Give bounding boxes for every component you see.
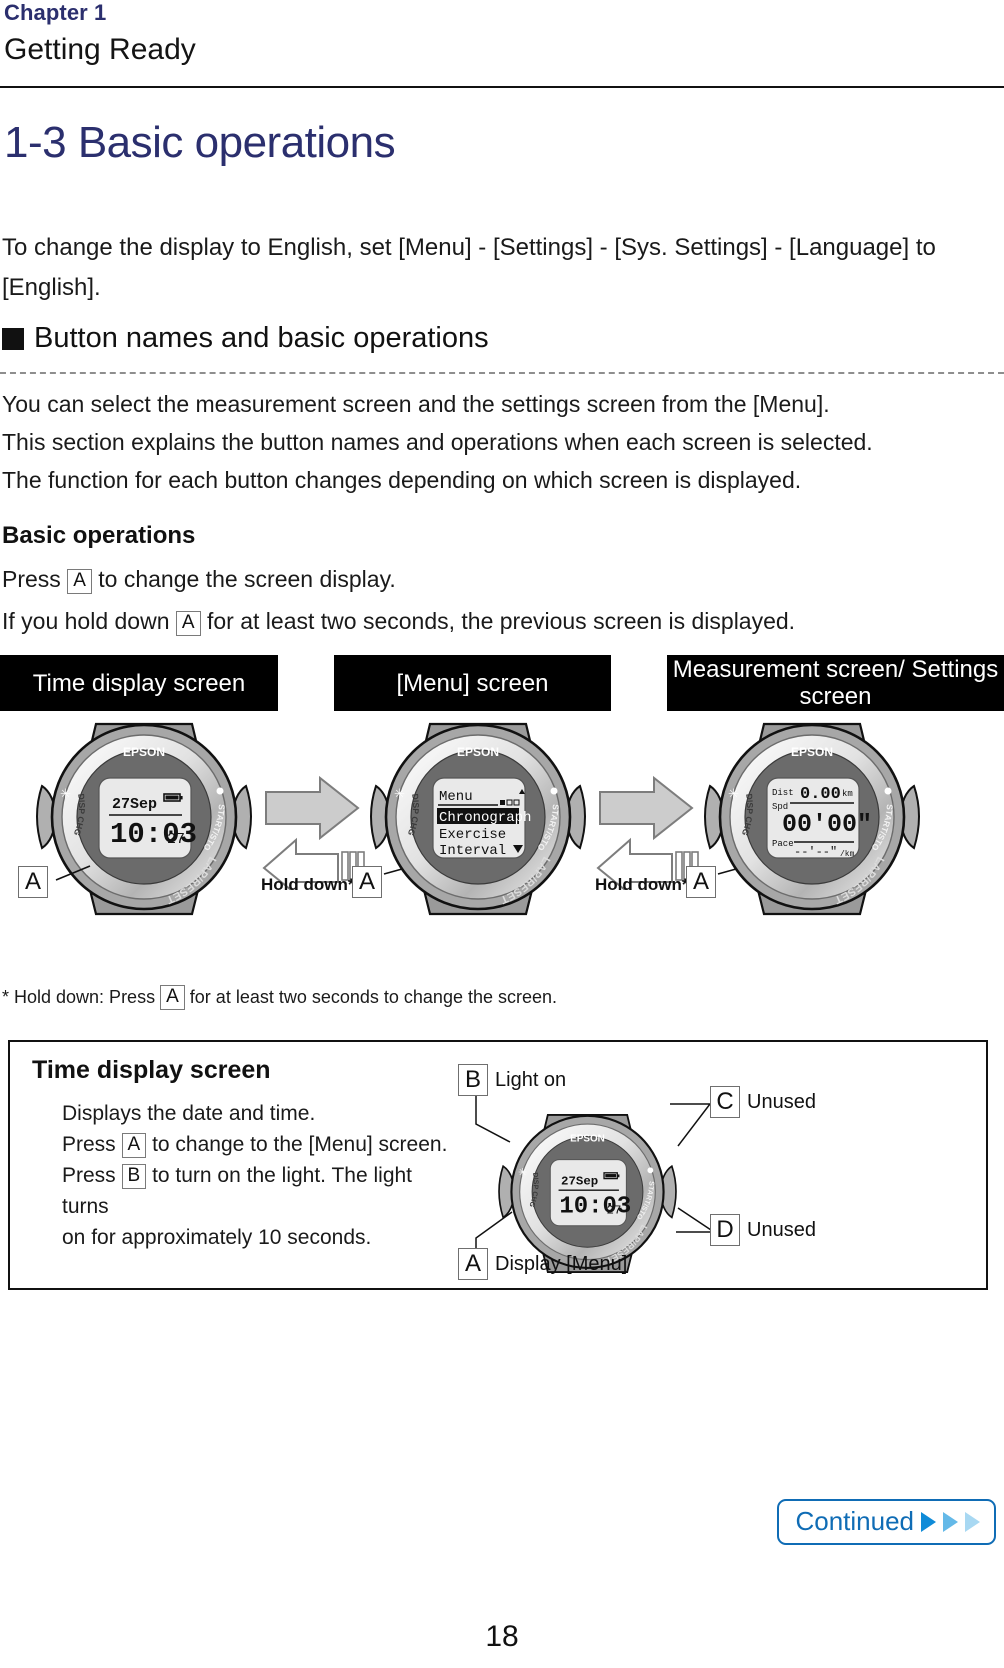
callout-a-label: Display [Menu]: [495, 1252, 628, 1275]
play-triangle-icon: [965, 1511, 980, 1532]
lcd-spd-value: 00'00": [782, 810, 872, 839]
lcd-dist-label: Dist: [772, 788, 794, 798]
footnote-suffix: for at least two seconds to change the s…: [189, 987, 558, 1007]
light-icon: ✳: [60, 786, 71, 801]
lcd-pace-unit: /km: [840, 850, 855, 859]
caption-menu-screen: [Menu] screen: [334, 655, 611, 711]
light-icon: ✳: [394, 786, 405, 801]
watch-brand: EPSON: [457, 745, 499, 759]
lcd-menu-item-2: Exercise: [439, 827, 506, 843]
lcd-dist-unit: km: [842, 789, 853, 799]
lcd-seconds: 27: [167, 831, 185, 848]
lcd-date: 27Sep: [112, 796, 157, 813]
watch-brand: EPSON: [123, 745, 165, 759]
continued-button[interactable]: Continued: [777, 1499, 996, 1545]
watch-brand: EPSON: [791, 745, 833, 759]
page-number: 18: [485, 1620, 519, 1653]
key-c-badge: C: [710, 1086, 740, 1118]
chapter-title: Getting Ready: [4, 33, 196, 66]
key-a-badge: A: [175, 611, 201, 636]
key-a-badge: A: [160, 985, 185, 1010]
hold-down-label-2: Hold down*: [595, 875, 689, 894]
caption-measurement-settings-screen: Measurement screen/ Settings screen: [667, 655, 1004, 711]
key-a-badge: A: [67, 569, 92, 594]
paragraph-2: This section explains the button names a…: [2, 429, 873, 455]
chapter-label: Chapter 1: [4, 0, 107, 25]
basic-operations-heading: Basic operations: [2, 522, 196, 549]
body-paragraphs: You can select the measurement screen an…: [2, 385, 982, 499]
dashed-divider: [0, 372, 1004, 374]
press-a-instruction: Press A to change the screen display.: [2, 566, 396, 594]
caption-time-display-screen: Time display screen: [0, 655, 278, 711]
lcd-menu-item-selected: Chronograph: [439, 810, 531, 826]
lcd-dist-value: 0.00: [800, 785, 841, 804]
key-d-badge: D: [710, 1214, 740, 1246]
hold-a-prefix: If you hold down: [2, 608, 170, 634]
paragraph-1: You can select the measurement screen an…: [2, 391, 830, 417]
lcd-menu-item-3: Interval: [439, 843, 506, 859]
callout-c-unused: C Unused: [710, 1086, 816, 1118]
lcd-pace-value: --'--": [794, 845, 837, 859]
key-b-badge: B: [458, 1064, 488, 1096]
light-icon: ✳: [728, 786, 739, 801]
play-triangle-icon: [921, 1511, 936, 1532]
light-icon: ✳: [518, 1167, 527, 1179]
subsection-heading: Button names and basic operations: [2, 322, 489, 355]
paragraph-3: The function for each button changes dep…: [2, 467, 802, 493]
hold-down-footnote: * Hold down: Press A for at least two se…: [2, 985, 557, 1010]
callout-d-label: Unused: [747, 1218, 816, 1241]
callout-d-unused: D Unused: [710, 1214, 816, 1246]
watch-illustration-menu: EPSON ✳ START/STOP LAP/RESET DISP CHG Me…: [348, 716, 608, 916]
header-divider: [0, 86, 1004, 88]
watch-brand: EPSON: [570, 1133, 605, 1144]
callout-a-display-menu: A Display [Menu]: [458, 1248, 627, 1280]
square-bullet-icon: [2, 327, 24, 350]
subsection-heading-label: Button names and basic operations: [34, 322, 489, 354]
page-title: 1-3 Basic operations: [4, 118, 396, 167]
lcd-pace-label: Pace: [772, 839, 794, 849]
hold-a-suffix: for at least two seconds, the previous s…: [206, 608, 796, 634]
play-triangle-icon: [943, 1511, 958, 1532]
key-a-label: A: [18, 866, 48, 898]
callout-b-light-on: B Light on: [458, 1064, 566, 1096]
lcd-seconds: 27: [607, 1203, 622, 1217]
time-display-screen-panel: Time display screen Displays the date an…: [8, 1040, 988, 1290]
lcd-menu-title: Menu: [439, 789, 473, 805]
press-a-prefix: Press: [2, 566, 61, 592]
watch-illustration-measurement: EPSON ✳ START/STOP LAP/RESET DISP CHG Di…: [682, 716, 942, 916]
hold-down-label-1: Hold down*: [261, 875, 355, 894]
key-a-badge-watch1: A: [18, 866, 48, 898]
callout-c-label: Unused: [747, 1090, 816, 1113]
press-a-suffix: to change the screen display.: [98, 566, 396, 592]
arrow-right-icon: [599, 775, 694, 841]
arrow-right-icon: [265, 775, 360, 841]
lcd-date: 27Sep: [561, 1174, 598, 1188]
intro-paragraph: To change the display to English, set [M…: [2, 234, 936, 301]
continued-label: Continued: [795, 1506, 914, 1536]
hold-a-instruction: If you hold down A for at least two seco…: [2, 608, 795, 636]
footnote-prefix: * Hold down: Press: [2, 987, 156, 1007]
key-a-badge: A: [458, 1248, 488, 1280]
callout-b-label: Light on: [495, 1068, 567, 1091]
